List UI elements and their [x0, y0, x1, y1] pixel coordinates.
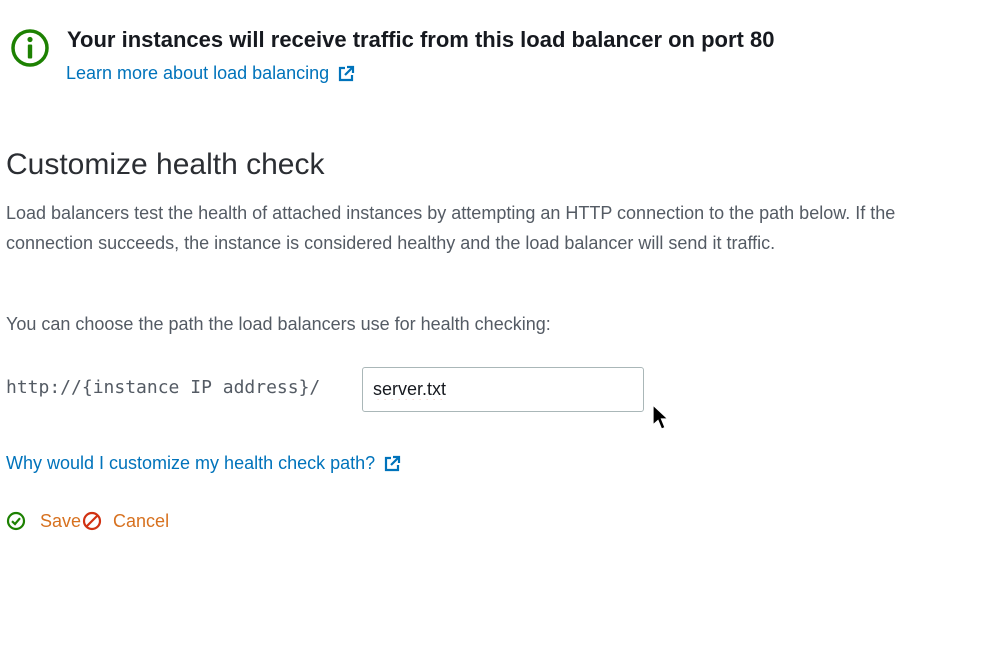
- learn-more-link[interactable]: Learn more about load balancing: [66, 63, 355, 84]
- cancel-label: Cancel: [113, 510, 170, 531]
- info-icon: [11, 29, 49, 67]
- external-link-icon: [385, 455, 401, 471]
- path-prefix: http://{instance IP address}/: [6, 377, 321, 398]
- mouse-cursor-icon: [652, 404, 670, 430]
- info-banner: Your instances will receive traffic from…: [10, 26, 970, 90]
- section-description: Load balancers test the health of attach…: [6, 203, 896, 253]
- help-link-label: Why would I customize my health check pa…: [6, 453, 376, 473]
- customize-health-check-help-link[interactable]: Why would I customize my health check pa…: [6, 453, 401, 474]
- health-check-path-input[interactable]: [362, 367, 644, 412]
- learn-more-link-label: Learn more about load balancing: [66, 63, 330, 83]
- cancel-button[interactable]: Cancel: [81, 511, 169, 532]
- save-label: Save: [40, 510, 82, 531]
- banner-title: Your instances will receive traffic from…: [67, 27, 775, 52]
- section-title: Customize health check: [6, 148, 325, 181]
- check-circle-icon: [6, 511, 26, 531]
- external-link-icon: [339, 65, 355, 81]
- save-button[interactable]: Save: [6, 511, 81, 532]
- form-actions: Save Cancel: [6, 509, 169, 533]
- path-hint: You can choose the path the load balance…: [6, 314, 551, 334]
- ban-icon: [82, 511, 102, 531]
